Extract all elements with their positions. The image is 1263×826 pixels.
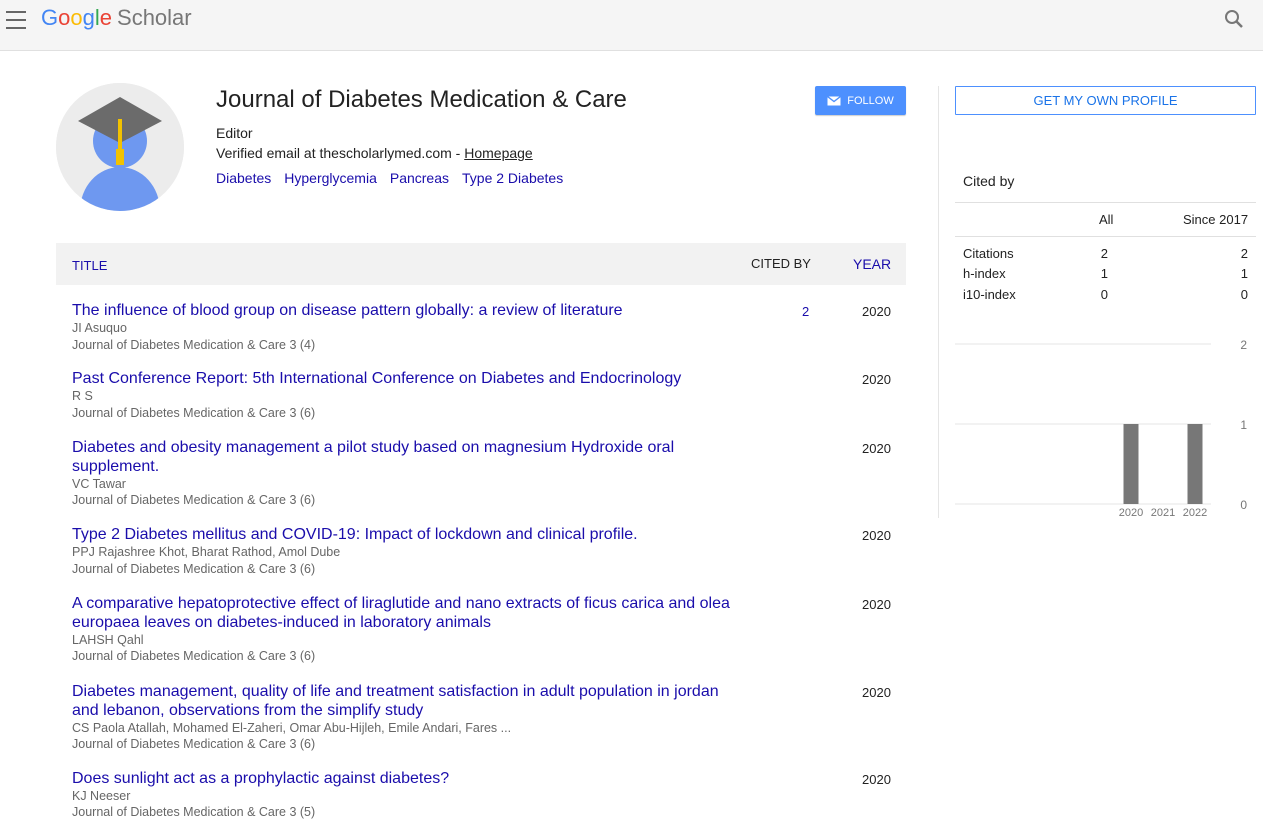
article-authors: R S (72, 389, 93, 403)
follow-label: FOLLOW (847, 94, 894, 107)
graduate-avatar-icon (56, 83, 184, 211)
verified-email-text: Verified email at thescholarlymed.com - (216, 145, 465, 161)
interest-link-hyperglycemia[interactable]: Hyperglycemia (284, 170, 377, 186)
stats-row-i10-index: i10-index 0 0 (963, 287, 1248, 307)
stat-since-value: 0 (1240, 287, 1248, 302)
stat-all-value: 1 (1100, 266, 1108, 281)
hamburger-menu-icon[interactable] (4, 9, 28, 31)
article-title[interactable]: Past Conference Report: 5th Internationa… (72, 369, 744, 388)
article-venue: Journal of Diabetes Medication & Care 3 … (72, 406, 316, 420)
stat-all-value: 0 (1100, 287, 1108, 302)
article-title[interactable]: A comparative hepatoprotective effect of… (72, 594, 744, 632)
profile-name: Journal of Diabetes Medication & Care (216, 86, 627, 113)
article-venue: Journal of Diabetes Medication & Care 3 … (72, 737, 316, 751)
homepage-link[interactable]: Homepage (464, 145, 533, 161)
article-year: 2020 (862, 772, 891, 787)
profile-avatar (56, 83, 184, 211)
citation-stats-table: All Since 2017 Citations 2 2 h-index 1 1… (955, 202, 1256, 302)
stat-since-value: 1 (1240, 266, 1248, 281)
stats-col-since: Since 2017 (1183, 212, 1249, 227)
article-year: 2020 (862, 597, 891, 612)
article-year: 2020 (862, 685, 891, 700)
research-interests: Diabetes Hyperglycemia Pancreas Type 2 Diab… (216, 170, 576, 186)
article-authors: JI Asuquo (72, 321, 127, 335)
get-my-own-profile-button[interactable]: GET MY OWN PROFILE (955, 86, 1256, 115)
article-authors: KJ Neeser (72, 789, 131, 803)
cited-by-count[interactable]: 2 (802, 304, 809, 319)
google-scholar-logo[interactable]: Google Scholar (41, 5, 192, 31)
stat-all-value: 2 (1100, 246, 1108, 261)
article-year: 2020 (862, 304, 891, 319)
follow-button[interactable]: FOLLOW (815, 86, 906, 115)
citations-per-year-chart: 0 1 2 2020 2021 2022 (955, 338, 1247, 519)
y-tick-label: 2 (1240, 338, 1247, 352)
y-tick-label: 0 (1240, 498, 1247, 512)
stats-header: All Since 2017 (955, 203, 1256, 237)
stats-row-h-index: h-index 1 1 (963, 266, 1248, 286)
article-title[interactable]: The influence of blood group on disease … (72, 301, 744, 320)
article-title[interactable]: Type 2 Diabetes mellitus and COVID-19: I… (72, 525, 744, 544)
top-bar: Google Scholar (0, 0, 1263, 51)
article-title[interactable]: Diabetes and obesity management a pilot … (72, 438, 744, 476)
profile-affiliation: Editor (216, 125, 253, 141)
search-icon[interactable] (1222, 7, 1246, 31)
article-venue: Journal of Diabetes Medication & Care 3 … (72, 493, 316, 507)
article-year: 2020 (862, 528, 891, 543)
sort-by-cited[interactable]: CITED BY (751, 243, 811, 285)
interest-link-diabetes[interactable]: Diabetes (216, 170, 271, 186)
interest-link-pancreas[interactable]: Pancreas (390, 170, 449, 186)
stat-since-value: 2 (1240, 246, 1248, 261)
article-venue: Journal of Diabetes Medication & Care 3 … (72, 562, 316, 576)
stats-row-citations: Citations 2 2 (963, 246, 1248, 266)
article-year: 2020 (862, 372, 891, 387)
article-year: 2020 (862, 441, 891, 456)
stats-col-all: All (1099, 212, 1114, 227)
article-venue: Journal of Diabetes Medication & Care 3 … (72, 649, 316, 663)
envelope-icon (827, 95, 842, 105)
article-authors: VC Tawar (72, 477, 126, 491)
article-title[interactable]: Does sunlight act as a prophylactic agai… (72, 769, 744, 788)
article-authors: CS Paola Atallah, Mohamed El-Zaheri, Oma… (72, 721, 512, 735)
article-title[interactable]: Diabetes management, quality of life and… (72, 682, 744, 720)
chart-bar[interactable] (1123, 424, 1139, 504)
interest-link-type2-diabetes[interactable]: Type 2 Diabetes (462, 170, 563, 186)
stat-label[interactable]: Citations (963, 246, 1014, 261)
articles-table-header: TITLE CITED BY YEAR (56, 243, 906, 285)
stat-label[interactable]: h-index (963, 266, 1006, 281)
x-tick-label: 2020 (1119, 507, 1143, 519)
sort-by-year[interactable]: YEAR (853, 243, 891, 285)
y-tick-label: 1 (1240, 418, 1247, 432)
cited-by-heading: Cited by (963, 173, 1015, 189)
chart-bar[interactable] (1187, 424, 1203, 504)
stat-label[interactable]: i10-index (963, 287, 1016, 302)
article-authors: PPJ Rajashree Khot, Bharat Rathod, Amol … (72, 545, 341, 559)
sort-by-title[interactable]: TITLE (72, 245, 107, 287)
article-venue: Journal of Diabetes Medication & Care 3 … (72, 338, 316, 352)
x-tick-label: 2021 (1151, 507, 1175, 519)
article-authors: LAHSH Qahl (72, 633, 144, 647)
article-venue: Journal of Diabetes Medication & Care 3 … (72, 805, 316, 819)
profile-email: Verified email at thescholarlymed.com - … (216, 145, 533, 161)
x-tick-label: 2022 (1183, 507, 1207, 519)
column-divider (938, 86, 939, 518)
